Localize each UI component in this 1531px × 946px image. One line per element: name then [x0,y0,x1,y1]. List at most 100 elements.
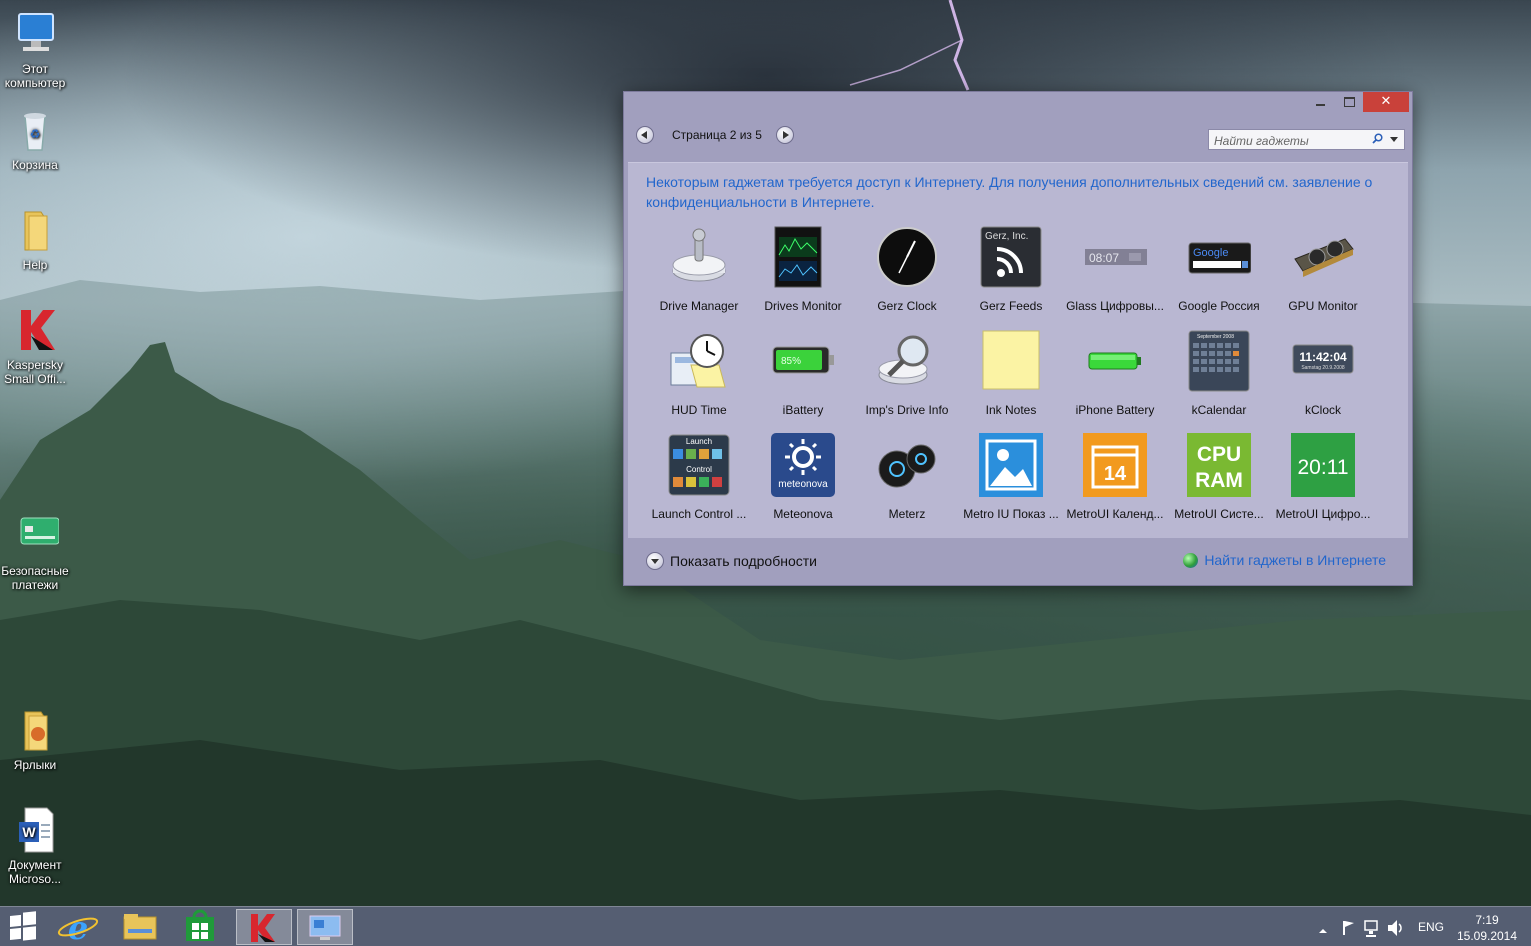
gadget-label: Imp's Drive Info [865,403,949,417]
get-gadgets-online-link[interactable]: Найти гаджеты в Интернете [1183,552,1386,568]
desktop-icon-word-document[interactable]: W Документ Microso... [0,806,70,886]
gadget-tile[interactable]: Google Google Россия [1167,225,1271,313]
gadget-label: kCalendar [1191,403,1247,417]
search-icon[interactable] [1372,133,1383,144]
folder-icon [11,206,59,254]
desktop-icon-recycle-bin[interactable]: ♻ Корзина [0,106,70,172]
gadget-icon-text: 14 [1104,463,1127,485]
minimize-button[interactable] [1307,92,1335,112]
gadget-tile[interactable]: iPhone Battery [1063,329,1167,417]
taskbar-gadgets[interactable] [297,909,353,945]
kaspersky-icon [11,306,59,354]
desktop-icon-label: Help [22,258,48,272]
show-hidden-icons-button[interactable] [1318,907,1328,946]
gadget-label: Ink Notes [985,403,1037,417]
gadget-label: Drives Monitor [764,299,842,313]
gadget-label: Meteonova [773,507,833,521]
title-bar[interactable]: ✕ [624,92,1412,116]
gadget-tile[interactable]: Gerz Clock [855,225,959,313]
gadget-tile[interactable]: CPU RAM MetroUI Систе... [1167,433,1271,521]
taskbar-clock[interactable]: 7:19 15.09.2014 [1452,912,1522,944]
gadget-tile[interactable]: 11:42:04 Samstag 20.9.2008 kClock [1271,329,1375,417]
gadget-tile[interactable]: 08:07 Glass Цифровы... [1063,225,1167,313]
shortcuts-folder-icon [11,706,59,754]
gadget-label: MetroUI Систе... [1174,507,1264,521]
gadget-tile[interactable]: Launch Control Launch Control ... [647,433,751,521]
page-indicator: Страница 2 из 5 [672,128,762,142]
gadget-tile[interactable]: 85% iBattery [751,329,855,417]
taskbar-internet-explorer[interactable]: e [52,909,108,946]
gadget-icon-text: Gerz, Inc. [985,231,1028,242]
gadget-label: iPhone Battery [1075,403,1155,417]
gadget-tile[interactable]: Imp's Drive Info [855,329,959,417]
internet-explorer-icon: e [57,909,99,946]
clock-icon [875,225,939,289]
gadget-icon-subtext: Samstag 20.9.2008 [1301,365,1345,371]
gadget-tile[interactable]: meteonova Meteonova [751,433,855,521]
gadget-tile[interactable]: Ink Notes [959,329,1063,417]
gadget-label: iBattery [782,403,824,417]
gadget-icon-subtext: Control [686,465,712,474]
taskbar-kaspersky[interactable] [236,909,292,945]
gadget-label: Google Россия [1178,299,1260,313]
search-dropdown-icon[interactable] [1390,137,1398,142]
gadget-tile[interactable]: September 2008 kCalendar [1167,329,1271,417]
action-center-icon[interactable] [1340,907,1356,946]
desktop-icon-help[interactable]: Help [0,206,70,272]
meterz-icon [875,433,939,497]
previous-page-button[interactable] [636,126,654,144]
digital-clock-icon: 11:42:04 Samstag 20.9.2008 [1291,329,1355,393]
gadget-label: Launch Control ... [651,507,747,521]
gadget-tile[interactable]: Gerz, Inc. Gerz Feeds [959,225,1063,313]
google-search-icon: Google [1187,225,1252,289]
gadget-tile[interactable]: Drives Monitor [751,225,855,313]
show-details-button[interactable]: Показать подробности [646,552,817,570]
gadgets-window: ✕ Страница 2 из 5 Некоторым гаджетам тре… [623,91,1413,586]
gadget-icon-text: 20:11 [1298,456,1349,479]
svg-text:♻: ♻ [30,127,41,141]
gadget-search [1208,129,1405,151]
gadget-tile[interactable]: Meterz [855,433,959,521]
desktop-icon-shortcuts[interactable]: Ярлыки [0,706,70,772]
gadget-tile[interactable]: HUD Time [647,329,751,417]
desktop-icon-label: Корзина [12,158,58,172]
taskbar-store[interactable] [174,909,230,945]
close-button[interactable]: ✕ [1363,92,1409,112]
gadget-tile[interactable]: 14 MetroUI Календ... [1063,433,1167,521]
svg-text:W: W [22,824,36,840]
desktop-icon-computer[interactable]: Этот компьютер [0,10,70,90]
drive-manager-icon [667,225,731,289]
maximize-button[interactable] [1335,92,1363,112]
metro-clock-icon: 20:11 [1291,433,1355,497]
calendar-icon: September 2008 [1187,329,1251,393]
svg-text:e: e [68,909,88,945]
word-document-icon: W [11,806,59,854]
desktop-icon-safe-payments[interactable]: Безопасные платежи [0,512,70,592]
taskbar: e ENG 7:19 15.09.2014 [0,906,1531,946]
glass-digital-clock-icon: 08:07 [1083,225,1147,289]
gadget-tile[interactable]: GPU Monitor [1271,225,1375,313]
start-button[interactable] [0,909,56,945]
store-icon [186,909,214,941]
clock-time: 7:19 [1475,913,1499,927]
drive-info-icon [875,329,939,393]
network-icon[interactable] [1363,907,1381,946]
show-details-label: Показать подробности [670,553,817,569]
kaspersky-icon [251,914,275,942]
drives-monitor-icon [771,225,835,289]
gadget-icon-text: 08:07 [1089,251,1119,265]
gadget-tile[interactable]: Drive Manager [647,225,751,313]
search-input[interactable] [1209,131,1369,151]
gadget-label: GPU Monitor [1288,299,1358,313]
volume-icon[interactable] [1386,907,1404,946]
gadget-tile[interactable]: Metro IU Показ ... [959,433,1063,521]
gadget-icon-text: CPU [1197,443,1241,466]
gadget-tile[interactable]: 20:11 MetroUI Цифро... [1271,433,1375,521]
gadget-icon-text: meteonova [778,479,828,490]
internet-access-notice[interactable]: Некоторым гаджетам требуется доступ к Ин… [646,172,1386,212]
input-language[interactable]: ENG [1418,907,1444,946]
desktop-icon-kaspersky[interactable]: Kaspersky Small Offi... [0,306,70,386]
next-page-button[interactable] [776,126,794,144]
taskbar-file-explorer[interactable] [114,909,170,945]
gadget-label: HUD Time [671,403,727,417]
